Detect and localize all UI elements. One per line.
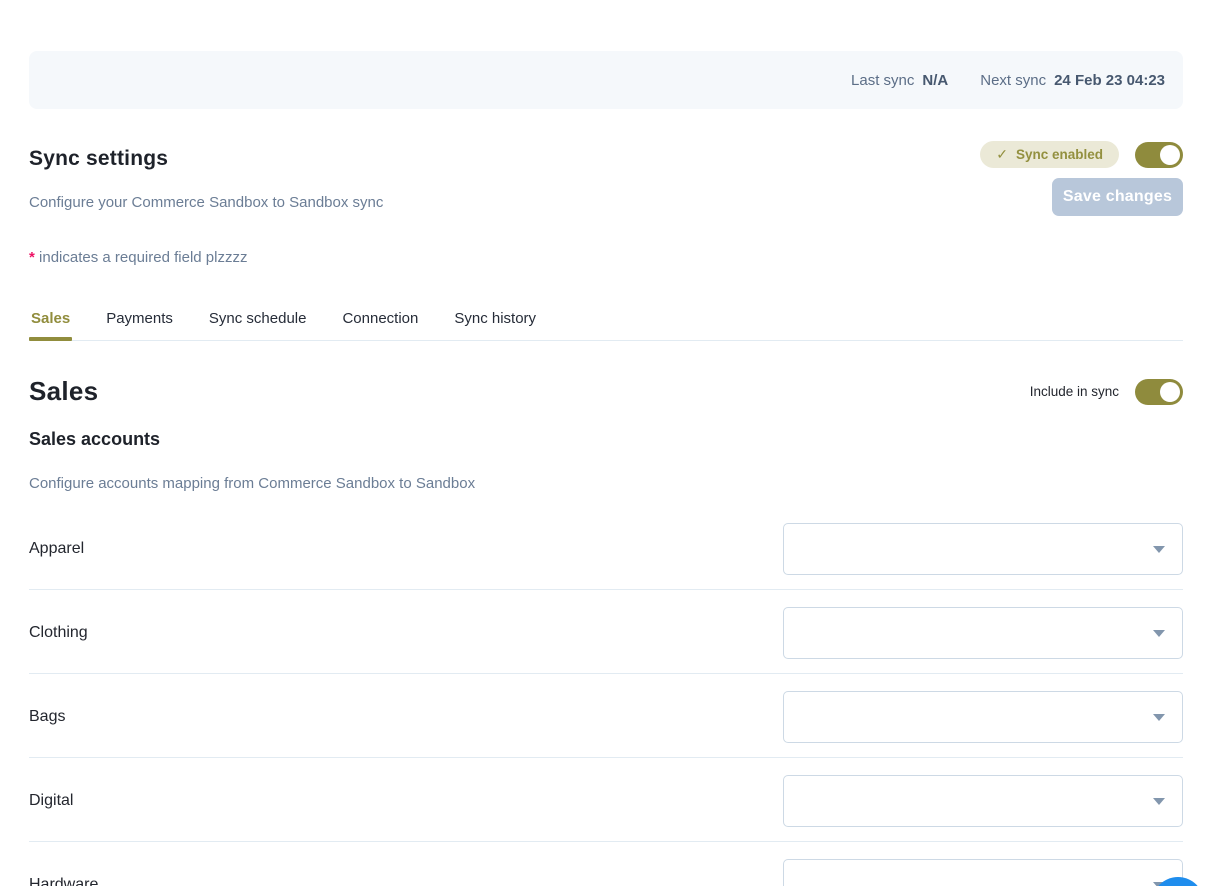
tab-sync-history[interactable]: Sync history bbox=[452, 310, 538, 340]
page-header: Sync settings Configure your Commerce Sa… bbox=[29, 147, 1183, 211]
sales-accounts-subtitle: Configure accounts mapping from Commerce… bbox=[29, 475, 1183, 492]
chat-launcher-button[interactable] bbox=[1152, 877, 1204, 886]
check-icon: ✓ bbox=[996, 146, 1008, 163]
next-sync-value: 24 Feb 23 04:23 bbox=[1054, 72, 1165, 89]
mapping-row-hardware: Hardware bbox=[29, 859, 1183, 886]
sales-section-title: Sales bbox=[29, 376, 98, 407]
account-label: Bags bbox=[29, 708, 783, 726]
mapping-row-apparel: Apparel bbox=[29, 523, 1183, 575]
page-subtitle: Configure your Commerce Sandbox to Sandb… bbox=[29, 194, 1183, 211]
chevron-down-icon bbox=[1153, 798, 1165, 805]
required-note-text: indicates a required field plzzzz bbox=[39, 249, 247, 266]
account-label: Apparel bbox=[29, 540, 783, 558]
required-field-note: * indicates a required field plzzzz bbox=[29, 249, 1183, 266]
save-changes-button[interactable]: Save changes bbox=[1052, 178, 1183, 216]
toggle-knob bbox=[1160, 145, 1180, 165]
settings-tabs: Sales Payments Sync schedule Connection … bbox=[29, 310, 1183, 341]
next-sync-label: Next sync bbox=[980, 72, 1046, 89]
sync-enabled-badge: ✓ Sync enabled bbox=[980, 141, 1119, 168]
account-label: Clothing bbox=[29, 624, 783, 642]
row-divider bbox=[29, 757, 1183, 758]
mapping-row-bags: Bags bbox=[29, 691, 1183, 743]
toggle-knob bbox=[1160, 382, 1180, 402]
sales-accounts-title: Sales accounts bbox=[29, 429, 1183, 450]
include-in-sync-label: Include in sync bbox=[1030, 384, 1119, 399]
mapping-row-digital: Digital bbox=[29, 775, 1183, 827]
account-label: Digital bbox=[29, 792, 783, 810]
tab-sales[interactable]: Sales bbox=[29, 310, 72, 340]
row-divider bbox=[29, 673, 1183, 674]
required-asterisk: * bbox=[29, 249, 35, 266]
account-select-bags[interactable] bbox=[783, 691, 1183, 743]
tab-connection[interactable]: Connection bbox=[340, 310, 420, 340]
last-sync-value: N/A bbox=[922, 72, 948, 89]
account-select-clothing[interactable] bbox=[783, 607, 1183, 659]
chevron-down-icon bbox=[1153, 714, 1165, 721]
account-label: Hardware bbox=[29, 876, 783, 886]
account-select-hardware[interactable] bbox=[783, 859, 1183, 886]
mapping-row-clothing: Clothing bbox=[29, 607, 1183, 659]
include-in-sync-toggle[interactable] bbox=[1135, 379, 1183, 405]
chevron-down-icon bbox=[1153, 630, 1165, 637]
sync-status-bar: Last sync N/A Next sync 24 Feb 23 04:23 bbox=[29, 51, 1183, 109]
sync-enabled-badge-label: Sync enabled bbox=[1016, 147, 1103, 162]
row-divider bbox=[29, 589, 1183, 590]
account-select-digital[interactable] bbox=[783, 775, 1183, 827]
tab-sync-schedule[interactable]: Sync schedule bbox=[207, 310, 309, 340]
tab-payments[interactable]: Payments bbox=[104, 310, 175, 340]
chat-bubble-icon bbox=[1152, 877, 1204, 886]
last-sync-label: Last sync bbox=[851, 72, 914, 89]
accounts-mapping-list: Apparel Clothing Bags Digital bbox=[29, 523, 1183, 886]
row-divider bbox=[29, 841, 1183, 842]
sync-enabled-toggle[interactable] bbox=[1135, 142, 1183, 168]
account-select-apparel[interactable] bbox=[783, 523, 1183, 575]
chevron-down-icon bbox=[1153, 546, 1165, 553]
